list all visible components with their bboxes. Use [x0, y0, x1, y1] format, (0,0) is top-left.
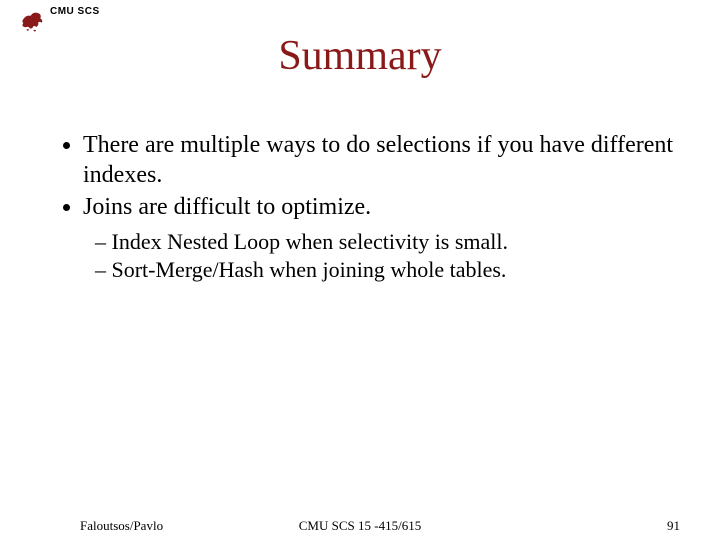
subbullet-item: Index Nested Loop when selectivity is sm… — [95, 228, 675, 256]
bullet-list: There are multiple ways to do selections… — [55, 130, 675, 222]
subbullet-item: Sort-Merge/Hash when joining whole table… — [95, 256, 675, 284]
scotty-dog-icon — [18, 6, 46, 34]
header: CMU SCS — [18, 6, 100, 34]
bullet-item: Joins are difficult to optimize. — [83, 192, 675, 222]
slide-title: Summary — [0, 32, 720, 80]
bullet-item: There are multiple ways to do selections… — [83, 130, 675, 190]
slide-number: 91 — [667, 518, 680, 534]
slide-content: There are multiple ways to do selections… — [55, 130, 675, 283]
header-org-label: CMU SCS — [50, 6, 100, 17]
footer-course: CMU SCS 15 -415/615 — [0, 518, 720, 534]
subbullet-list: Index Nested Loop when selectivity is sm… — [55, 228, 675, 283]
